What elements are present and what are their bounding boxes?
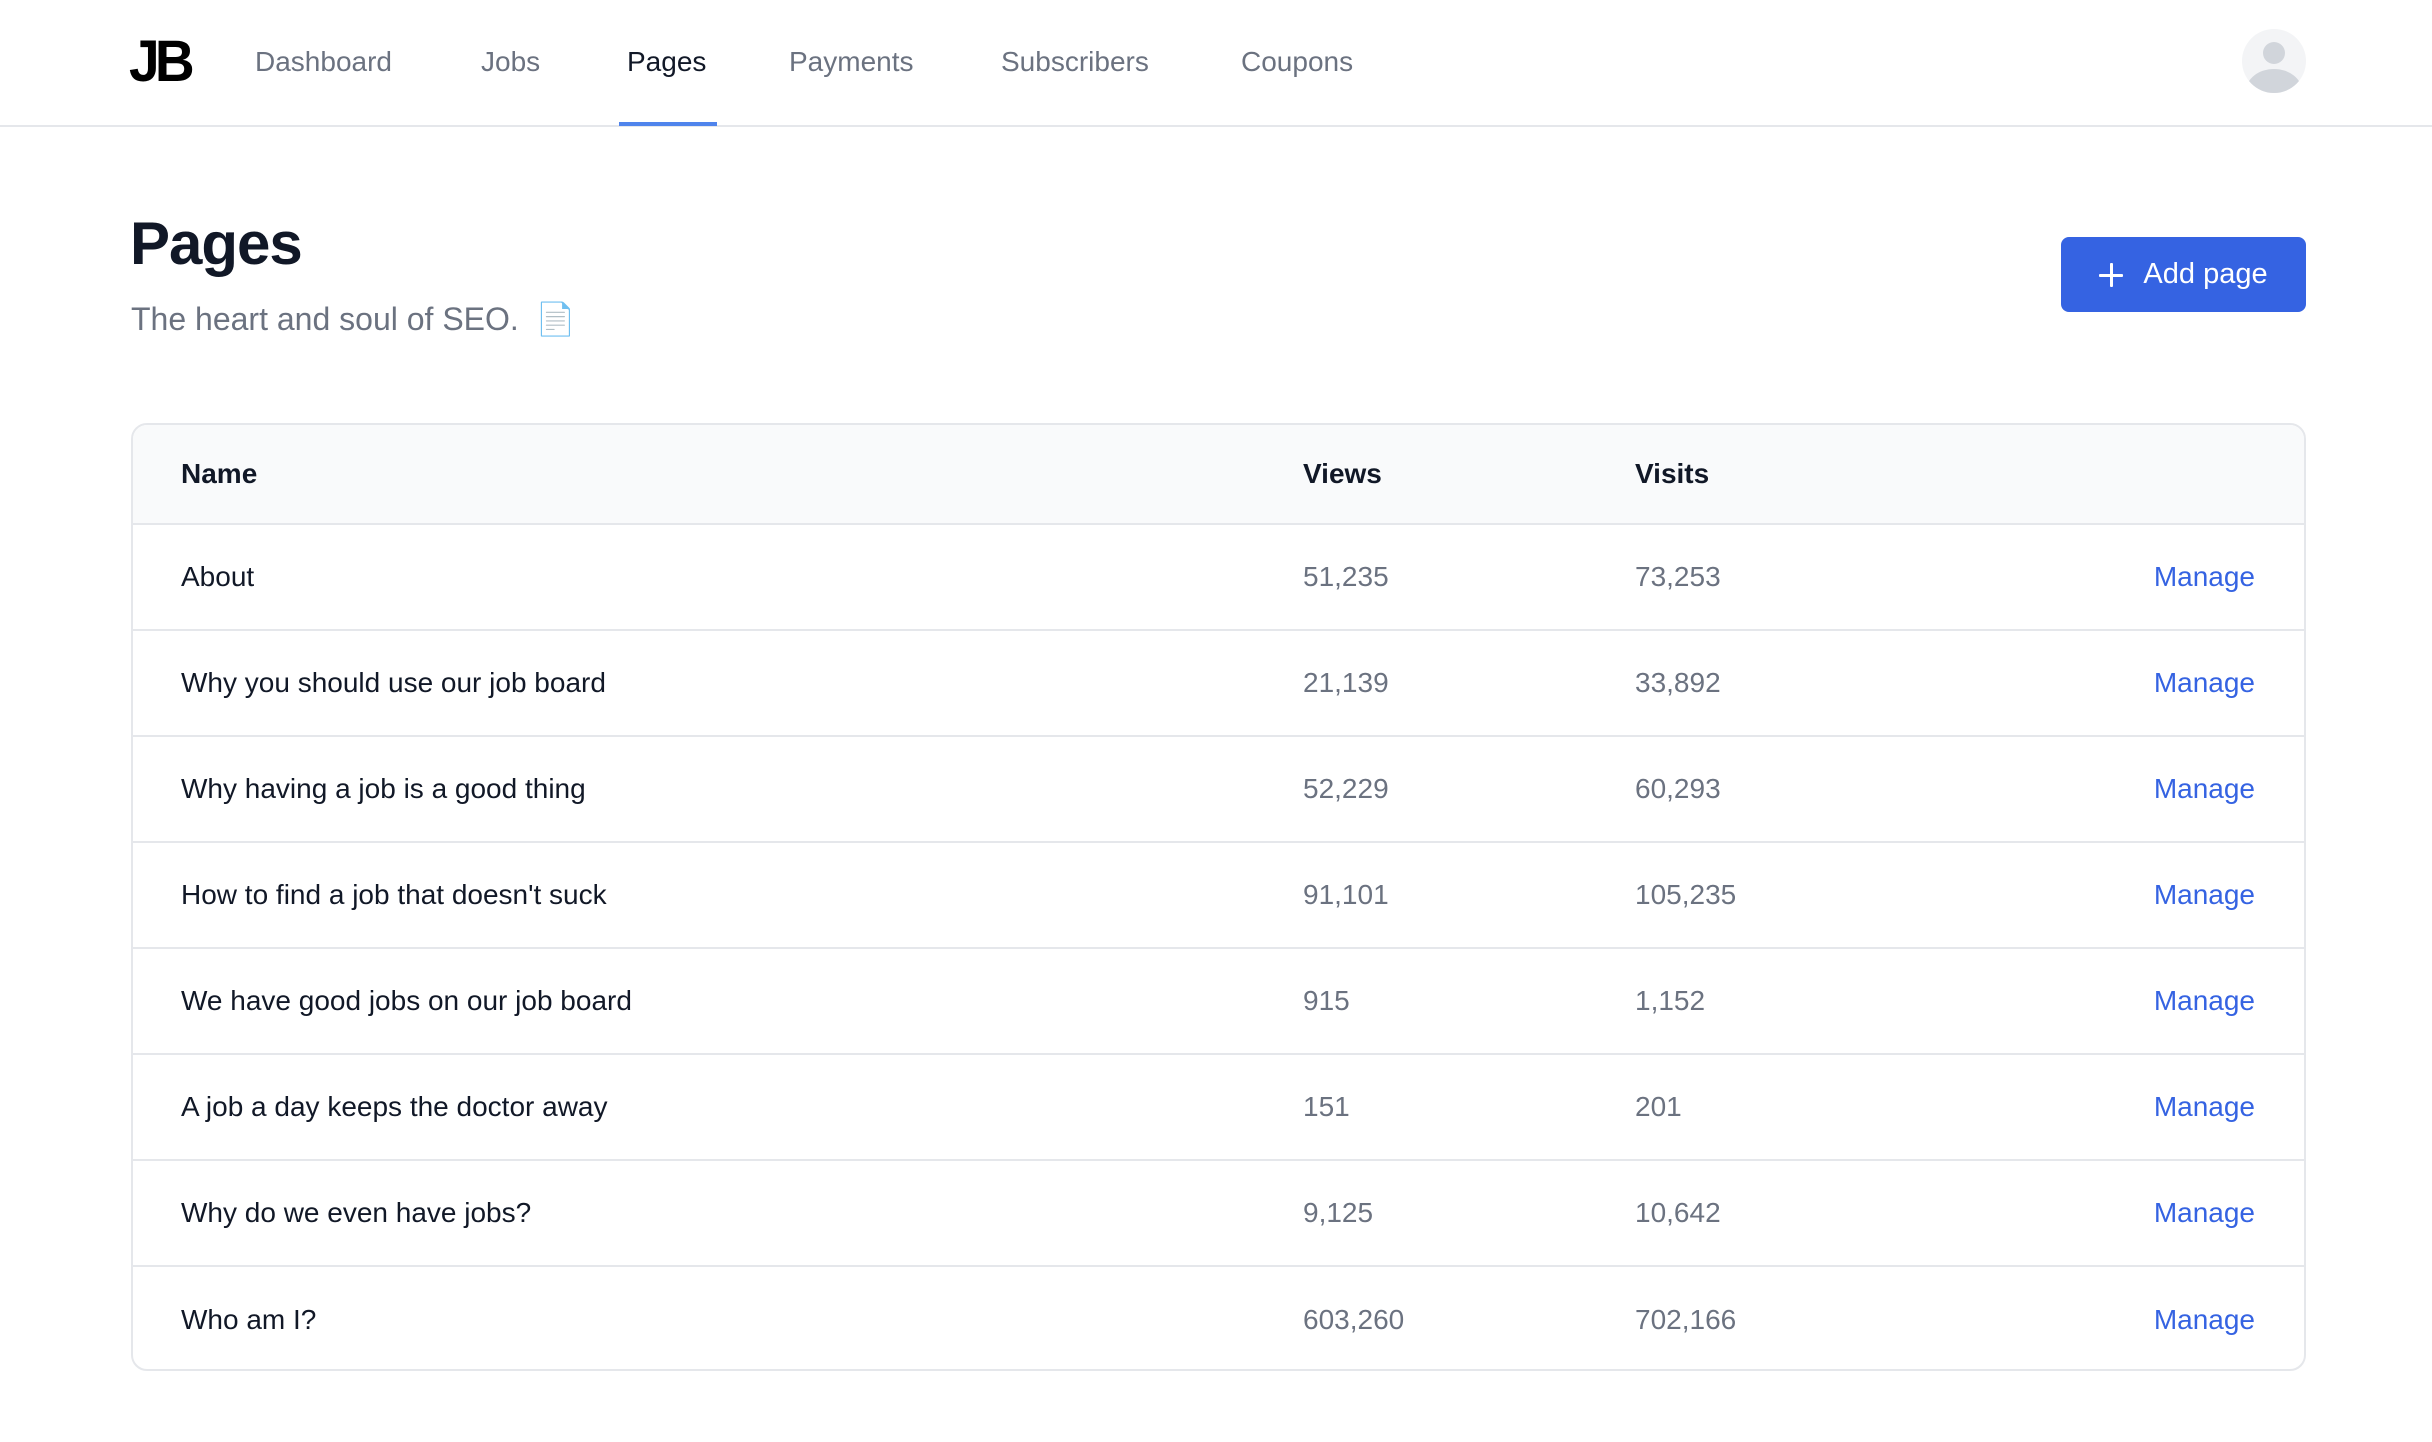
manage-link[interactable]: Manage xyxy=(2154,667,2255,698)
logo[interactable]: JB xyxy=(129,30,195,94)
page-visits: 1,152 xyxy=(1635,985,1706,1016)
manage-link[interactable]: Manage xyxy=(2154,773,2255,804)
page-visits: 33,892 xyxy=(1635,667,1721,698)
column-header-name[interactable]: Name xyxy=(133,425,1303,525)
manage-link[interactable]: Manage xyxy=(2154,561,2255,592)
nav-item-jobs[interactable]: Jobs xyxy=(481,40,540,84)
table-row: A job a day keeps the doctor away 151 20… xyxy=(133,1054,2304,1160)
nav-item-dashboard[interactable]: Dashboard xyxy=(255,40,392,84)
page-name: Who am I? xyxy=(181,1303,317,1335)
column-header-visits[interactable]: Visits xyxy=(1635,425,2035,525)
page-title: Pages xyxy=(130,210,303,277)
table-row: About 51,235 73,253 Manage xyxy=(133,524,2304,630)
page-views: 91,101 xyxy=(1303,879,1389,910)
avatar-body-icon xyxy=(2246,69,2302,93)
page-visits: 73,253 xyxy=(1635,561,1721,592)
manage-link[interactable]: Manage xyxy=(2154,1091,2255,1122)
nav-item-subscribers[interactable]: Subscribers xyxy=(1001,40,1149,84)
manage-link[interactable]: Manage xyxy=(2154,1197,2255,1228)
page-views: 21,139 xyxy=(1303,667,1389,698)
manage-link[interactable]: Manage xyxy=(2154,1304,2255,1335)
column-header-actions xyxy=(2035,425,2304,525)
nav-item-coupons[interactable]: Coupons xyxy=(1241,40,1353,84)
page-views: 51,235 xyxy=(1303,561,1389,592)
page-name: Why do we even have jobs? xyxy=(181,1197,532,1228)
page-visits: 60,293 xyxy=(1635,773,1721,804)
user-avatar[interactable] xyxy=(2242,29,2306,93)
page-visits: 201 xyxy=(1635,1091,1682,1122)
table-row: Who am I? 603,260 702,166 Manage xyxy=(133,1266,2304,1369)
page-views: 9,125 xyxy=(1303,1197,1374,1228)
plus-icon xyxy=(2099,262,2124,287)
page-name: Why you should use our job board xyxy=(181,667,606,698)
table-header-row: Name Views Visits xyxy=(133,425,2304,525)
page-views: 603,260 xyxy=(1303,1303,1405,1335)
page-subtitle-text: The heart and soul of SEO. xyxy=(131,301,519,337)
manage-link[interactable]: Manage xyxy=(2154,985,2255,1016)
nav-item-payments[interactable]: Payments xyxy=(789,40,914,84)
page-document-icon: 📄 xyxy=(535,301,576,337)
page-visits: 702,166 xyxy=(1635,1303,1737,1335)
page-visits: 105,235 xyxy=(1635,879,1737,910)
pages-table: Name Views Visits About 51,235 73,253 Ma… xyxy=(131,423,2306,1371)
table-row: Why having a job is a good thing 52,229 … xyxy=(133,736,2304,842)
manage-link[interactable]: Manage xyxy=(2154,879,2255,910)
page-subtitle: The heart and soul of SEO. 📄 xyxy=(131,296,576,342)
avatar-head-icon xyxy=(2263,42,2285,64)
page-name: We have good jobs on our job board xyxy=(181,985,632,1016)
table-row: We have good jobs on our job board 915 1… xyxy=(133,948,2304,1054)
table-row: How to find a job that doesn't suck 91,1… xyxy=(133,842,2304,948)
page-name: About xyxy=(181,561,255,592)
page-views: 151 xyxy=(1303,1091,1350,1122)
page-views: 52,229 xyxy=(1303,773,1389,804)
column-header-views[interactable]: Views xyxy=(1303,425,1635,525)
add-page-button-label: Add page xyxy=(2143,258,2268,290)
page-visits: 10,642 xyxy=(1635,1197,1721,1228)
page-name: Why having a job is a good thing xyxy=(181,773,586,804)
top-navigation-bar: JB Dashboard Jobs Pages Payments Subscri… xyxy=(0,0,2432,127)
page-views: 915 xyxy=(1303,985,1350,1016)
active-tab-indicator xyxy=(619,122,717,126)
page-name: A job a day keeps the doctor away xyxy=(181,1091,608,1122)
table-row: Why you should use our job board 21,139 … xyxy=(133,630,2304,736)
table-row: Why do we even have jobs? 9,125 10,642 M… xyxy=(133,1160,2304,1266)
page-name: How to find a job that doesn't suck xyxy=(181,879,607,910)
nav-item-pages[interactable]: Pages xyxy=(627,40,706,84)
add-page-button[interactable]: Add page xyxy=(2061,237,2306,312)
